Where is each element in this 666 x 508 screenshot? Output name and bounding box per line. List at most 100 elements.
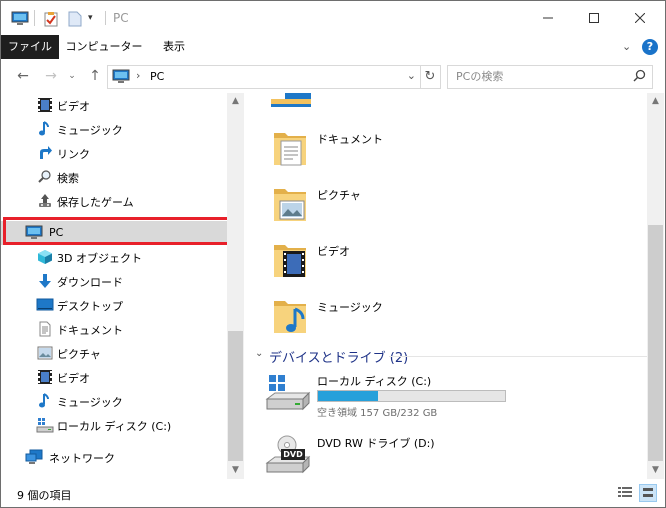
nav-item-label: ミュージック bbox=[57, 396, 123, 409]
folder-documents[interactable]: ドキュメント bbox=[271, 129, 571, 177]
group-divider bbox=[389, 356, 647, 357]
nav-item-local-disk[interactable]: ローカル ディスク (C:) bbox=[1, 413, 227, 437]
folder-label: ピクチャ bbox=[317, 189, 361, 202]
nav-item-documents[interactable]: ドキュメント bbox=[1, 317, 227, 341]
drive-icon bbox=[36, 417, 54, 433]
nav-item-music[interactable]: ミュージック bbox=[1, 389, 227, 413]
nav-item-label: ミュージック bbox=[57, 124, 123, 137]
nav-item-label: ビデオ bbox=[57, 100, 90, 113]
tab-view[interactable]: 表示 bbox=[151, 35, 197, 59]
tab-file[interactable]: ファイル bbox=[1, 35, 59, 59]
ribbon: ファイル コンピューター 表示 ⌄ ? bbox=[1, 35, 665, 59]
nav-item-network[interactable]: ネットワーク bbox=[1, 445, 227, 469]
nav-scrollbar[interactable]: ▲ ▼ bbox=[227, 93, 244, 479]
nav-item-desktop[interactable]: デスクトップ bbox=[1, 293, 227, 317]
up-button[interactable]: ↑ bbox=[87, 68, 103, 84]
dvd-badge: DVD bbox=[283, 450, 303, 459]
music-icon bbox=[37, 393, 53, 409]
drive-local-disk-c[interactable]: ローカル ディスク (C:) 空き領域 157 GB/232 GB bbox=[265, 373, 565, 423]
nav-item-videos[interactable]: ビデオ bbox=[1, 93, 227, 117]
nav-item-pictures[interactable]: ピクチャ bbox=[1, 341, 227, 365]
explorer-window: ▾ PC ファイル コンピューター 表示 ⌄ ? ← → ⌄ ↑ › PC ⌄ … bbox=[0, 0, 666, 508]
video-icon bbox=[37, 97, 53, 113]
search-icon bbox=[37, 169, 53, 185]
content-scrollbar[interactable]: ▲ ▼ bbox=[647, 93, 664, 479]
folder-music[interactable]: ミュージック bbox=[271, 297, 571, 345]
nav-item-label: デスクトップ bbox=[57, 300, 123, 313]
nav-item-links[interactable]: リンク bbox=[1, 141, 227, 165]
document-icon bbox=[37, 321, 53, 337]
pictures-folder-icon bbox=[271, 185, 309, 226]
drive-dvd-d[interactable]: DVD DVD RW ドライブ (D:) bbox=[265, 435, 565, 485]
scroll-down-arrow-icon[interactable]: ▼ bbox=[227, 462, 244, 479]
large-icons-view-icon[interactable] bbox=[639, 484, 657, 502]
nav-item-label: 保存したゲーム bbox=[57, 196, 134, 209]
maximize-button[interactable] bbox=[571, 1, 617, 35]
nav-scrollbar-thumb[interactable] bbox=[228, 331, 243, 461]
scroll-up-arrow-icon[interactable]: ▲ bbox=[227, 93, 244, 110]
download-icon bbox=[37, 273, 53, 289]
close-button[interactable] bbox=[617, 1, 663, 35]
refresh-button[interactable]: ↻ bbox=[420, 65, 441, 89]
disk-usage-fill bbox=[318, 391, 379, 401]
scroll-down-arrow-icon[interactable]: ▼ bbox=[647, 462, 664, 479]
documents-folder-icon bbox=[271, 129, 309, 170]
music-icon bbox=[37, 121, 53, 137]
item-count: 9 個の項目 bbox=[17, 489, 72, 502]
pc-icon[interactable] bbox=[11, 11, 29, 29]
devices-group-header[interactable]: ⌄ デバイスとドライブ (2) bbox=[255, 347, 647, 366]
nav-item-videos[interactable]: ビデオ bbox=[1, 365, 227, 389]
pc-icon bbox=[112, 69, 130, 87]
nav-item-label: ネットワーク bbox=[49, 452, 115, 465]
desktop-folder-icon[interactable] bbox=[271, 93, 311, 107]
highlight-box bbox=[3, 217, 231, 245]
search-box[interactable] bbox=[447, 65, 653, 89]
3d-objects-icon bbox=[37, 249, 53, 265]
nav-item-label: ピクチャ bbox=[57, 348, 101, 361]
nav-item-label: ダウンロード bbox=[57, 276, 123, 289]
breadcrumb-pc[interactable]: PC bbox=[150, 70, 164, 83]
navigation-pane: ビデオ ミュージック リンク 検索 保存したゲーム PC 3D オブジェクト ダ… bbox=[1, 93, 244, 479]
drive-label: ローカル ディスク (C:) bbox=[317, 375, 432, 388]
content-scrollbar-thumb[interactable] bbox=[648, 225, 663, 461]
drive-free-space: 空き領域 157 GB/232 GB bbox=[317, 408, 438, 419]
back-button[interactable]: ← bbox=[15, 68, 31, 84]
nav-item-label: 検索 bbox=[57, 172, 79, 185]
nav-item-music[interactable]: ミュージック bbox=[1, 117, 227, 141]
link-icon bbox=[37, 145, 53, 161]
tab-computer[interactable]: コンピューター bbox=[65, 35, 143, 59]
music-folder-icon bbox=[271, 297, 309, 338]
folder-videos[interactable]: ビデオ bbox=[271, 241, 571, 289]
nav-item-label: ドキュメント bbox=[57, 324, 123, 337]
details-view-icon[interactable] bbox=[617, 485, 633, 502]
address-dropdown-icon[interactable]: ⌄ bbox=[407, 69, 416, 82]
scroll-up-arrow-icon[interactable]: ▲ bbox=[647, 93, 664, 110]
help-icon[interactable]: ? bbox=[642, 39, 658, 55]
nav-item-label: ビデオ bbox=[57, 372, 90, 385]
folder-label: ドキュメント bbox=[317, 133, 383, 146]
minimize-button[interactable] bbox=[525, 1, 571, 35]
customize-toolbar-icon[interactable]: ▾ bbox=[88, 13, 93, 23]
address-bar[interactable]: › PC ⌄ bbox=[107, 65, 421, 89]
folder-pictures[interactable]: ピクチャ bbox=[271, 185, 571, 233]
expand-ribbon-icon[interactable]: ⌄ bbox=[622, 40, 631, 53]
folder-label: ミュージック bbox=[317, 301, 383, 314]
recent-locations-button[interactable]: ⌄ bbox=[64, 68, 80, 84]
videos-folder-icon bbox=[271, 241, 309, 282]
dvd-drive-icon: DVD bbox=[265, 435, 311, 478]
search-icon[interactable] bbox=[633, 69, 646, 85]
nav-item-3d-objects[interactable]: 3D オブジェクト bbox=[1, 245, 227, 269]
properties-icon[interactable] bbox=[43, 11, 59, 30]
new-folder-icon[interactable] bbox=[68, 11, 82, 30]
nav-item-searches[interactable]: 検索 bbox=[1, 165, 227, 189]
search-input[interactable] bbox=[456, 69, 626, 84]
breadcrumb-separator[interactable]: › bbox=[136, 69, 140, 82]
group-header-label: デバイスとドライブ (2) bbox=[269, 351, 409, 366]
nav-item-saved-games[interactable]: 保存したゲーム bbox=[1, 189, 227, 213]
nav-item-downloads[interactable]: ダウンロード bbox=[1, 269, 227, 293]
folder-label: ビデオ bbox=[317, 245, 350, 258]
desktop-icon bbox=[36, 297, 54, 313]
forward-button[interactable]: → bbox=[43, 68, 59, 84]
chevron-down-icon[interactable]: ⌄ bbox=[255, 348, 263, 359]
disk-usage-bar bbox=[317, 390, 506, 402]
